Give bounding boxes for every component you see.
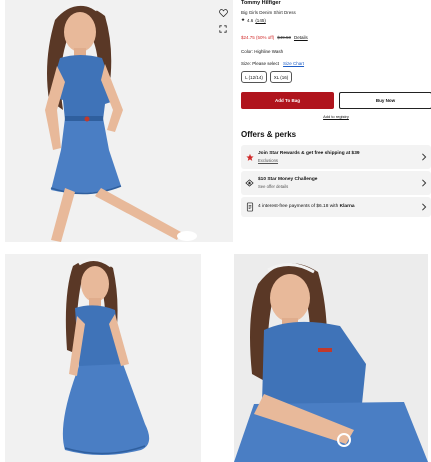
- product-image-side[interactable]: [5, 254, 201, 462]
- exclusions-link[interactable]: Exclusions: [258, 158, 278, 163]
- size-option-xl[interactable]: XL (16): [270, 71, 292, 83]
- review-count[interactable]: (145): [255, 18, 266, 23]
- star-icon: ★: [241, 17, 246, 22]
- size-label: Size: Please select: [241, 61, 280, 66]
- brand-name[interactable]: Tommy Hilfiger: [241, 0, 281, 6]
- expand-icon: [219, 25, 227, 33]
- chevron-right-icon: [422, 179, 427, 187]
- offer-details-link[interactable]: See offer details: [258, 184, 288, 189]
- klarna-text: 4 interest-free payments of $6.18 with: [258, 204, 339, 209]
- add-to-registry-link[interactable]: Add to registry: [241, 114, 431, 119]
- offer-star-money[interactable]: $10 Star Money Challenge See offer detai…: [241, 171, 431, 195]
- document-icon: [245, 202, 254, 212]
- girl-seated-photo: [234, 254, 428, 462]
- rating-value: 4.6: [247, 17, 254, 23]
- girl-side-view-photo: [5, 254, 201, 462]
- sale-price: $24.75 (50% off): [241, 35, 275, 40]
- price-details-link[interactable]: Details: [294, 35, 308, 40]
- favorite-button[interactable]: [216, 6, 230, 20]
- offers-heading: Offers & perks: [241, 130, 297, 139]
- size-option-l[interactable]: L (12/14): [241, 71, 267, 83]
- offer-title: $10 Star Money Challenge: [258, 177, 318, 182]
- star-icon: [245, 153, 254, 162]
- girl-denim-dress-photo: [5, 0, 233, 242]
- offer-title: 4 interest-free payments of $6.18 with K…: [258, 204, 355, 209]
- product-title: Big Girls Denim Shirt Dress: [241, 10, 296, 15]
- heart-icon: [218, 9, 228, 17]
- buy-now-button[interactable]: Buy Now: [339, 92, 431, 109]
- size-chart-link[interactable]: Size Chart: [283, 61, 304, 66]
- color-label: Color: Highline Wash: [241, 49, 284, 54]
- star-money-icon: [245, 179, 254, 188]
- klarna-logo: Klarna: [339, 204, 355, 209]
- product-image-main[interactable]: [5, 0, 233, 242]
- add-to-bag-button[interactable]: Add To Bag: [241, 92, 334, 109]
- offer-klarna[interactable]: 4 interest-free payments of $6.18 with K…: [241, 197, 431, 217]
- offer-star-rewards[interactable]: Join Star Rewards & get free shipping at…: [241, 145, 431, 169]
- expand-image-button[interactable]: [216, 22, 230, 36]
- size-label-row: Size: Please select Size Chart: [241, 61, 304, 66]
- product-rating[interactable]: ★ 4.6 (145): [241, 17, 266, 23]
- product-image-detail[interactable]: [234, 254, 428, 462]
- original-price: $49.50: [277, 35, 291, 40]
- chevron-right-icon: [422, 153, 427, 161]
- chevron-right-icon: [422, 203, 427, 211]
- offer-title: Join Star Rewards & get free shipping at…: [258, 151, 360, 156]
- price-row: $24.75 (50% off) $49.50 Details: [241, 35, 308, 40]
